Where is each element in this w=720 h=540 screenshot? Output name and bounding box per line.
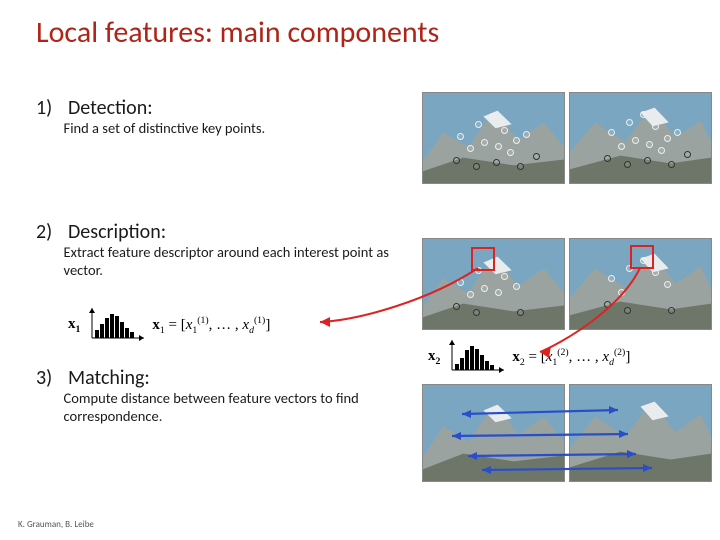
section-matching: 3)Matching: Compute distance between fea… (36, 366, 416, 425)
patch-box-left (471, 247, 495, 271)
section-number: 3) (36, 366, 68, 390)
section-heading: 1)Detection: (36, 96, 416, 120)
section-title: Description: (68, 220, 166, 244)
attribution: K. Grauman, B. Leibe (18, 519, 94, 530)
section-number: 2) (36, 220, 68, 244)
histogram-icon (86, 306, 146, 344)
mountain-image-left (422, 92, 565, 184)
mountain-image-right (569, 238, 712, 330)
mountain-image-left (422, 238, 565, 330)
formula-x1: x1 x1 = [x1(1), … , xd(1)] (68, 306, 270, 344)
detection-image-pair (422, 92, 712, 184)
vector-x1: x1 = [x1(1), … , xd(1)] (152, 315, 270, 336)
patch-box-right (630, 245, 654, 269)
section-description: 2)Description: Extract feature descripto… (36, 220, 416, 279)
section-title: Detection: (68, 96, 153, 120)
section-desc: Find a set of distinctive key points. (36, 120, 416, 138)
section-heading: 3)Matching: (36, 366, 416, 390)
slide-title: Local features: main components (0, 0, 720, 51)
section-number: 1) (36, 96, 68, 120)
description-image-pair (422, 238, 712, 330)
mountain-image-right (569, 384, 712, 482)
matching-image-pair (422, 384, 712, 482)
formula-x2: x2 x2 = [x1(2), … , xd(2)] (428, 338, 630, 376)
section-heading: 2)Description: (36, 220, 416, 244)
section-desc: Extract feature descriptor around each i… (36, 244, 416, 279)
symbol-x1: x1 (68, 316, 80, 335)
histogram-icon (446, 338, 506, 376)
symbol-x2: x2 (428, 348, 440, 367)
vector-x2: x2 = [x1(2), … , xd(2)] (512, 347, 630, 368)
mountain-image-right (569, 92, 712, 184)
section-title: Matching: (68, 366, 150, 390)
mountain-image-left (422, 384, 565, 482)
section-desc: Compute distance between feature vectors… (36, 390, 416, 425)
section-detection: 1)Detection: Find a set of distinctive k… (36, 96, 416, 138)
